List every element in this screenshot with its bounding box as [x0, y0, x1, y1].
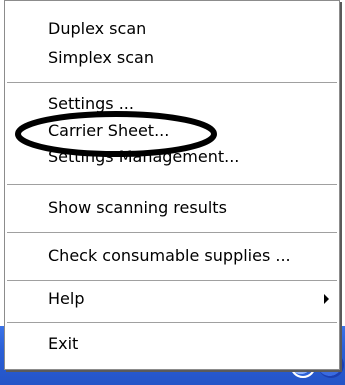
menu-item-duplex-scan[interactable]: Duplex scan [5, 19, 339, 41]
menu-item-settings[interactable]: Settings ... [5, 94, 339, 116]
menu-item-label: Settings ... [48, 94, 134, 113]
menu-item-label: Show scanning results [48, 198, 227, 217]
menu-item-help[interactable]: Help [5, 289, 339, 311]
menu-item-label: Help [48, 289, 85, 308]
menu-item-exit[interactable]: Exit [5, 334, 339, 356]
menu-item-carrier-sheet[interactable]: Carrier Sheet... [5, 121, 339, 143]
submenu-arrow-icon [324, 294, 329, 304]
menu-item-label: Duplex scan [48, 19, 147, 38]
menu-item-label: Exit [48, 334, 79, 353]
menu-item-label: Simplex scan [48, 48, 154, 67]
menu-item-settings-management[interactable]: Settings Management... [5, 147, 339, 169]
menu-separator [7, 322, 337, 324]
menu-separator [7, 232, 337, 234]
menu-item-label: Check consumable supplies ... [48, 246, 291, 265]
menu-item-simplex-scan[interactable]: Simplex scan [5, 48, 339, 70]
menu-item-label: Settings Management... [48, 147, 240, 166]
menu-item-check-consumable-supplies[interactable]: Check consumable supplies ... [5, 246, 339, 268]
menu-item-show-scanning-results[interactable]: Show scanning results [5, 198, 339, 220]
menu-item-label: Carrier Sheet... [48, 121, 170, 140]
tray-context-menu: Duplex scan Simplex scan Settings ... Ca… [4, 0, 340, 370]
menu-separator [7, 82, 337, 84]
menu-separator [7, 280, 337, 282]
menu-separator [7, 184, 337, 186]
